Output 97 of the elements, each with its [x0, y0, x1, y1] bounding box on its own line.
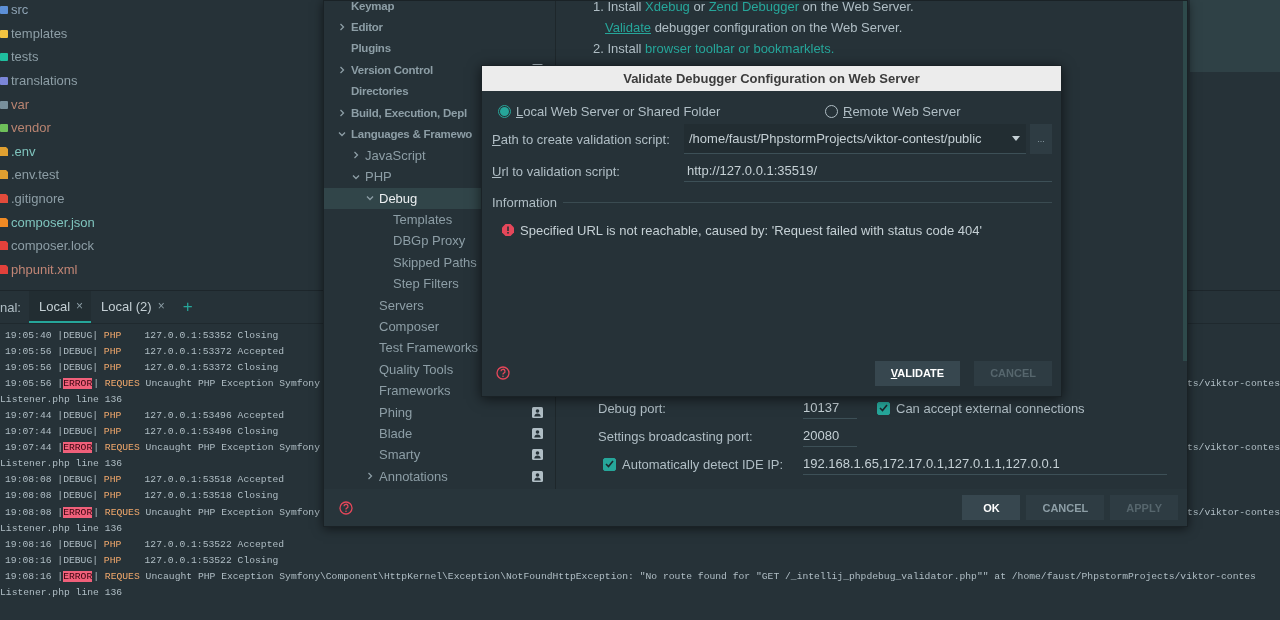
file-tree-item[interactable]: templates	[11, 25, 68, 41]
file-tree-item[interactable]: tests	[11, 49, 39, 65]
file-tree-item[interactable]: .env.test	[11, 167, 60, 183]
file-tree-item[interactable]: translations	[11, 73, 78, 89]
dialog-title: Validate Debugger Configuration on Web Server	[482, 66, 1061, 91]
chevron-icon[interactable]	[366, 194, 374, 203]
file-tree-item[interactable]: composer.lock	[11, 238, 95, 254]
log-continuation: Listener.php line 136	[0, 522, 123, 534]
terminal-tab[interactable]: Local ×	[28, 291, 92, 323]
link[interactable]: browser toolbar or bookmarklets.	[645, 41, 835, 56]
path-dropdown[interactable]: /home/faust/PhpstormProjects/viktor-contest/public	[684, 124, 1026, 154]
file-tree-item[interactable]: phpunit.xml	[11, 261, 78, 277]
log-continuation: Listener.php line 136	[0, 393, 123, 405]
field-label: Settings broadcasting port:	[598, 428, 753, 444]
log-line: ts/viktor-contes	[1186, 442, 1280, 454]
terminal-title: nal:	[0, 298, 22, 317]
log-line: 19:05:56 |DEBUG| PHP 127.0.0.1:53372 Accepted	[4, 345, 285, 357]
dropdown-arrow-icon	[1012, 136, 1020, 141]
chevron-icon[interactable]	[338, 65, 346, 74]
file-tree-item[interactable]: .gitignore	[11, 191, 65, 207]
settings-nav-item[interactable]: Phing	[324, 401, 555, 423]
log-line: ts/viktor-contes	[1186, 506, 1280, 518]
field-label: Debug port:	[598, 400, 666, 416]
instruction-text: 1. Install Xdebug or Zend Debugger on the Web Server.	[593, 1, 915, 16]
file-icon	[0, 193, 8, 205]
browse-button[interactable]: ...	[1030, 124, 1052, 154]
checkbox-label: Can accept external connections	[896, 400, 1085, 416]
help-icon[interactable]	[339, 500, 353, 515]
log-line: 19:08:08 |DEBUG| PHP 127.0.0.1:53518 Accepted	[4, 474, 285, 486]
file-icon	[0, 169, 8, 181]
chevron-icon[interactable]	[338, 23, 346, 32]
error-icon	[502, 224, 514, 236]
file-tree-item[interactable]: src	[11, 2, 29, 18]
settings-nav-item[interactable]: Smarty	[324, 444, 555, 466]
log-line: 19:08:16 |ERROR| REQUES Uncaught PHP Exception Symfony\Component\HttpKernel\Exception\NotFoundHttpException: "No route found for "GET /_intellij_phpdebug_validator.php"" at /home/faust/PhpstormProjects/viktor-contes	[4, 570, 1256, 582]
input-field[interactable]: 20080	[803, 425, 857, 447]
file-icon	[0, 263, 8, 275]
link[interactable]: Zend Debugger	[708, 1, 799, 14]
folder-icon	[0, 27, 8, 39]
link[interactable]: Validate	[605, 20, 651, 35]
chevron-icon[interactable]	[352, 151, 360, 160]
checkbox[interactable]	[877, 401, 890, 415]
file-tree-item[interactable]: composer.json	[11, 214, 95, 230]
settings-nav-item[interactable]: Annotations	[324, 465, 555, 487]
instruction-text: Validate debugger configuration on the Web Server.	[604, 19, 904, 37]
log-line: 19:08:16 |DEBUG| PHP 127.0.0.1:53522 Accepted	[4, 538, 285, 550]
link[interactable]: Xdebug	[645, 1, 690, 14]
close-button[interactable]: ×	[76, 299, 84, 313]
chevron-icon[interactable]	[352, 172, 360, 181]
log-line: 19:05:56 |ERROR| REQUES Uncaught PHP Exception Symfony	[4, 377, 320, 389]
log-line: 19:08:08 |ERROR| REQUES Uncaught PHP Exception Symfony	[4, 506, 320, 518]
checkbox[interactable]	[603, 457, 616, 471]
log-line: 19:05:56 |DEBUG| PHP 127.0.0.1:53372 Closing	[4, 361, 279, 373]
log-line: 19:05:40 |DEBUG| PHP 127.0.0.1:53352 Closing	[4, 329, 279, 341]
help-icon[interactable]	[496, 366, 510, 380]
close-button[interactable]: ×	[157, 299, 165, 313]
folder-icon	[0, 51, 8, 63]
folder-icon	[0, 122, 8, 134]
settings-nav-item[interactable]: Blade	[324, 422, 555, 445]
field-label: Automatically detect IDE IP:	[622, 456, 784, 472]
folder-icon	[0, 75, 8, 87]
chevron-icon[interactable]	[338, 108, 346, 117]
primary-button[interactable]: OK	[962, 495, 1021, 520]
radio-label[interactable]: Local Web Server or Shared Folder	[516, 103, 721, 119]
folder-icon	[0, 98, 8, 110]
primary-button[interactable]: VALIDATE	[874, 360, 961, 386]
log-line: 19:07:44 |ERROR| REQUES Uncaught PHP Exception Symfony	[4, 442, 320, 454]
dialog-button[interactable]: CANCEL	[1026, 495, 1105, 520]
input-field[interactable]: 10137	[803, 397, 857, 419]
field-label: Path to create validation script:	[492, 131, 671, 147]
chevron-icon[interactable]	[366, 472, 374, 481]
file-icon	[0, 145, 8, 157]
error-message: Specified URL is not reachable, caused by: 'Request failed with status code 404'	[520, 222, 982, 238]
folder-icon	[0, 4, 8, 16]
terminal-tab[interactable]: Local (2) ×	[91, 291, 173, 323]
file-tree-item[interactable]: vendor	[11, 120, 51, 136]
chevron-icon[interactable]	[338, 130, 346, 139]
log-line: 19:07:44 |DEBUG| PHP 127.0.0.1:53496 Closing	[4, 426, 279, 438]
section-title: Information	[492, 194, 558, 210]
log-line: 19:07:44 |DEBUG| PHP 127.0.0.1:53496 Accepted	[4, 410, 285, 421]
settings-nav-item[interactable]: Keymap	[324, 1, 555, 17]
settings-nav-item[interactable]: Plugins	[324, 37, 555, 60]
file-icon	[0, 216, 8, 228]
log-continuation: Listener.php line 136	[0, 458, 123, 470]
settings-nav-item[interactable]: Editor	[324, 16, 555, 38]
file-tree-item[interactable]: var	[11, 96, 30, 112]
file-tree-item[interactable]: .env	[11, 143, 36, 159]
instruction-text: 2. Install browser toolbar or bookmarklets.	[593, 40, 836, 58]
input-field[interactable]: http://127.0.0.1:35519/	[684, 160, 1052, 182]
log-continuation: Listener.php line 136	[0, 587, 123, 599]
log-line: 19:08:16 |DEBUG| PHP 127.0.0.1:53522 Closing	[4, 554, 279, 566]
add-tab-button[interactable]: +	[172, 291, 203, 323]
log-line: 19:08:08 |DEBUG| PHP 127.0.0.1:53518 Closing	[4, 490, 279, 502]
radio-label[interactable]: Remote Web Server	[843, 103, 961, 119]
log-line: ts/viktor-contes	[1186, 377, 1280, 389]
file-icon	[0, 240, 8, 252]
input-field[interactable]: 192.168.1.65,172.17.0.1,127.0.1.1,127.0.0.1	[803, 453, 1167, 475]
